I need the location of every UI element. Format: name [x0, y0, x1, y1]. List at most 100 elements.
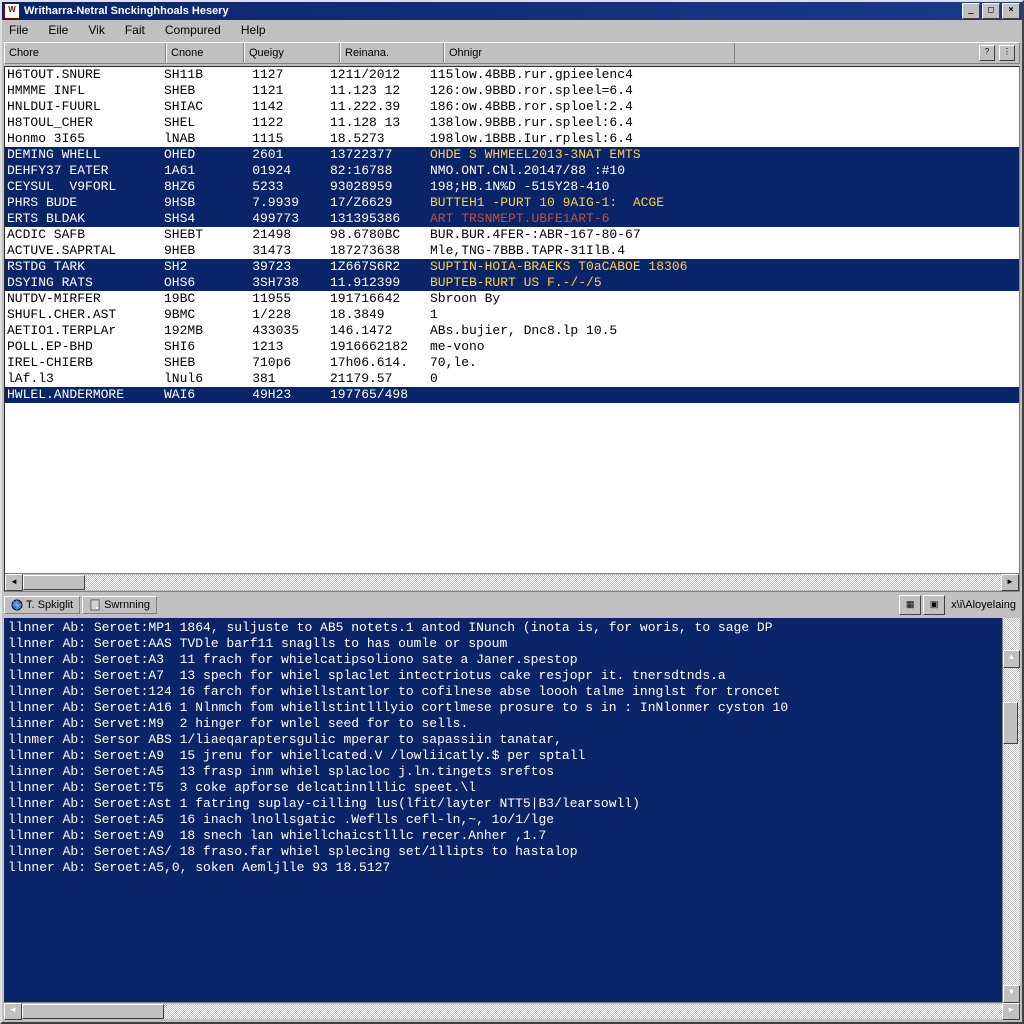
cell-c0: H8TOUL_CHER — [5, 115, 164, 131]
app-icon: W — [4, 3, 20, 19]
cell-c2: 1 — [238, 339, 260, 355]
cell-c0: HWLEL.ANDERMORE — [5, 387, 164, 403]
hscroll-thumb[interactable] — [23, 575, 85, 590]
table-row[interactable]: CEYSUL V9FORL8HZ6523393028959198;HB.1N%D… — [5, 179, 1019, 195]
table-row[interactable]: H8TOUL_CHERSHEL112211.128 13138low.9BBB.… — [5, 115, 1019, 131]
console-output[interactable]: llnner Ab: Seroet:MP1 1864, suljuste to … — [4, 618, 1020, 1002]
console-line: llnner Ab: Seroet:T5 3 coke apforse delc… — [8, 780, 1016, 796]
scroll-left-icon[interactable]: ◄ — [5, 574, 23, 591]
hscroll-thumb[interactable] — [22, 1004, 164, 1019]
cell-c4: 131395386 — [330, 211, 430, 227]
minimize-button[interactable]: _ — [962, 3, 980, 19]
cell-c2: 7 — [238, 355, 260, 371]
table-row[interactable]: DEMING WHELLOHED260113722377OHDE S WHMEE… — [5, 147, 1019, 163]
scroll-up-icon[interactable]: ▲ — [1003, 650, 1020, 668]
table-row[interactable]: DSYING RATSOHS63SH73811.912399BUPTEB-RUR… — [5, 275, 1019, 291]
globe-icon — [11, 599, 23, 611]
cell-c1: lNul6 — [164, 371, 238, 387]
table-row[interactable]: ACTUVE.SAPRTAL9HEB31473187273638Mle,TNG-… — [5, 243, 1019, 259]
cell-c3: 1955 — [260, 291, 330, 307]
console-line: llnner Ab: Seroet:A9 18 snech lan whiell… — [8, 828, 1016, 844]
table-row[interactable]: HWLEL.ANDERMOREWAI649H23197765/498 — [5, 387, 1019, 403]
table-row[interactable]: ERTS BLDAKSHS4499773131395386ART TRSNMEP… — [5, 211, 1019, 227]
tab-swrnning[interactable]: Swrnning — [82, 596, 157, 614]
console-line: llnner Ab: Seroet:MP1 1864, suljuste to … — [8, 620, 1016, 636]
table-row[interactable]: NUTDV-MIRFER19BC11955191716642Sbroon By — [5, 291, 1019, 307]
col-chore[interactable]: Chore — [5, 43, 166, 63]
title-bar[interactable]: W Writharra-Netral Snckinghhoals Hesery … — [2, 2, 1022, 20]
menu-eile[interactable]: Eile — [45, 22, 71, 38]
cell-c5: BUR.BUR.4FER-:ABR-167-80-67 — [430, 227, 1019, 243]
cell-c2: 2 — [238, 147, 260, 163]
tab-label: Swrnning — [104, 599, 150, 611]
table-row[interactable]: ACDIC SAFBSHEBT2149898.6780BCBUR.BUR.4FE… — [5, 227, 1019, 243]
cell-c1: SHEL — [164, 115, 238, 131]
cell-c5 — [430, 387, 1019, 403]
col-reinana[interactable]: Reinana. — [340, 43, 444, 63]
panel-button-a[interactable]: ▦ — [899, 595, 921, 615]
scroll-left-icon[interactable]: ◄ — [4, 1003, 22, 1020]
table-row[interactable]: HNLDUI-FUURLSHIAC114211.222.39186:ow.4BB… — [5, 99, 1019, 115]
console-line: llnmer Ab: Sersor ABS 1/liaeqaraptersgul… — [8, 732, 1016, 748]
cell-c0: H6TOUT.SNURE — [5, 67, 164, 83]
scroll-right-icon[interactable]: ► — [1002, 1003, 1020, 1020]
cell-c0: SHUFL.CHER.AST — [5, 307, 164, 323]
table-row[interactable]: Honmo 3I65lNAB111518.5273198low.1BBB.Iur… — [5, 131, 1019, 147]
menu-compured[interactable]: Compured — [162, 22, 224, 38]
table-body[interactable]: H6TOUT.SNURESH11B11271211/2012115low.4BB… — [5, 67, 1019, 573]
col-ohnigr[interactable]: Ohnigr — [444, 43, 735, 63]
cell-c3: 33035 — [260, 323, 330, 339]
cell-c0: PHRS BUDE — [5, 195, 164, 211]
cell-c2: 0 — [238, 163, 260, 179]
close-button[interactable]: × — [1002, 3, 1020, 19]
menu-help[interactable]: Help — [238, 22, 269, 38]
header-more-button[interactable]: ⋮ — [999, 45, 1015, 61]
cell-c2: 1 — [238, 307, 260, 323]
col-cnone[interactable]: Cnone — [166, 43, 244, 63]
table-row[interactable]: DEHFY37 EATER1A610192482:16788NMO.ONT.CN… — [5, 163, 1019, 179]
maximize-button[interactable]: □ — [982, 3, 1000, 19]
console-line: llnner Ab: Seroet:A5 16 inach lnollsgati… — [8, 812, 1016, 828]
menu-fait[interactable]: Fait — [122, 22, 148, 38]
cell-c1: SHEBT — [164, 227, 238, 243]
console-line: llnner Ab: Seroet:A16 1 Nlnmch fom whiel… — [8, 700, 1016, 716]
console-vscrollbar[interactable]: ▲ ▼ — [1002, 618, 1020, 1003]
table-row[interactable]: lAf.l3lNul638121179.570 — [5, 371, 1019, 387]
table-row[interactable]: AETIO1.TERPLAr192MB433035146.1472ABs.buj… — [5, 323, 1019, 339]
cell-c5: 138low.9BBB.rur.spleel:6.4 — [430, 115, 1019, 131]
cell-c0: HNLDUI-FUURL — [5, 99, 164, 115]
cell-c5: 1 — [430, 307, 1019, 323]
table-row[interactable]: SHUFL.CHER.AST9BMC1/22818.38491 — [5, 307, 1019, 323]
cell-c0: RSTDG TARK — [5, 259, 164, 275]
cell-c1: SHIAC — [164, 99, 238, 115]
cell-c4: 93028959 — [330, 179, 430, 195]
col-queigy[interactable]: Queigy — [244, 43, 340, 63]
table-row[interactable]: HMMME INFLSHEB112111.123 12126:ow.9BBD.r… — [5, 83, 1019, 99]
cell-c3: .9939 — [260, 195, 330, 211]
tab-spkiglit[interactable]: T. Spkiglit — [4, 596, 80, 614]
status-text: x\i\Aloyelaing — [947, 599, 1020, 611]
cell-c0: ACDIC SAFB — [5, 227, 164, 243]
console-line: llnner Ab: Seroet:A9 15 jrenu for whiell… — [8, 748, 1016, 764]
cell-c3: 213 — [260, 339, 330, 355]
scroll-down-icon[interactable]: ▼ — [1003, 985, 1020, 1003]
table-row[interactable]: RSTDG TARKSH2397231Z667S6R2SUPTIN-HOIA-B… — [5, 259, 1019, 275]
panel-button-b[interactable]: ▣ — [923, 595, 945, 615]
cell-c4: 82:16788 — [330, 163, 430, 179]
console-hscrollbar[interactable]: ◄ ► — [4, 1002, 1020, 1020]
cell-c5: 115low.4BBB.rur.gpieelenc4 — [430, 67, 1019, 83]
header-help-button[interactable]: ? — [979, 45, 995, 61]
scroll-right-icon[interactable]: ► — [1001, 574, 1019, 591]
cell-c1: SHEB — [164, 83, 238, 99]
table-hscrollbar[interactable]: ◄ ► — [5, 573, 1019, 591]
table-row[interactable]: H6TOUT.SNURESH11B11271211/2012115low.4BB… — [5, 67, 1019, 83]
cell-c3: 233 — [260, 179, 330, 195]
menu-vik[interactable]: Vik — [85, 22, 107, 38]
vscroll-thumb[interactable] — [1003, 702, 1018, 744]
menu-file[interactable]: File — [6, 22, 31, 38]
table-row[interactable]: IREL-CHIERBSHEB710p617h06.614.70,le. — [5, 355, 1019, 371]
console-line: llnner Ab: Seroet:A3 11 frach for whielc… — [8, 652, 1016, 668]
table-row[interactable]: POLL.EP-BHDSHI612131916662182me-vono — [5, 339, 1019, 355]
table-row[interactable]: PHRS BUDE9HSB7.993917/Z6629BUTTEH1 -PURT… — [5, 195, 1019, 211]
cell-c2: 3 — [238, 259, 260, 275]
